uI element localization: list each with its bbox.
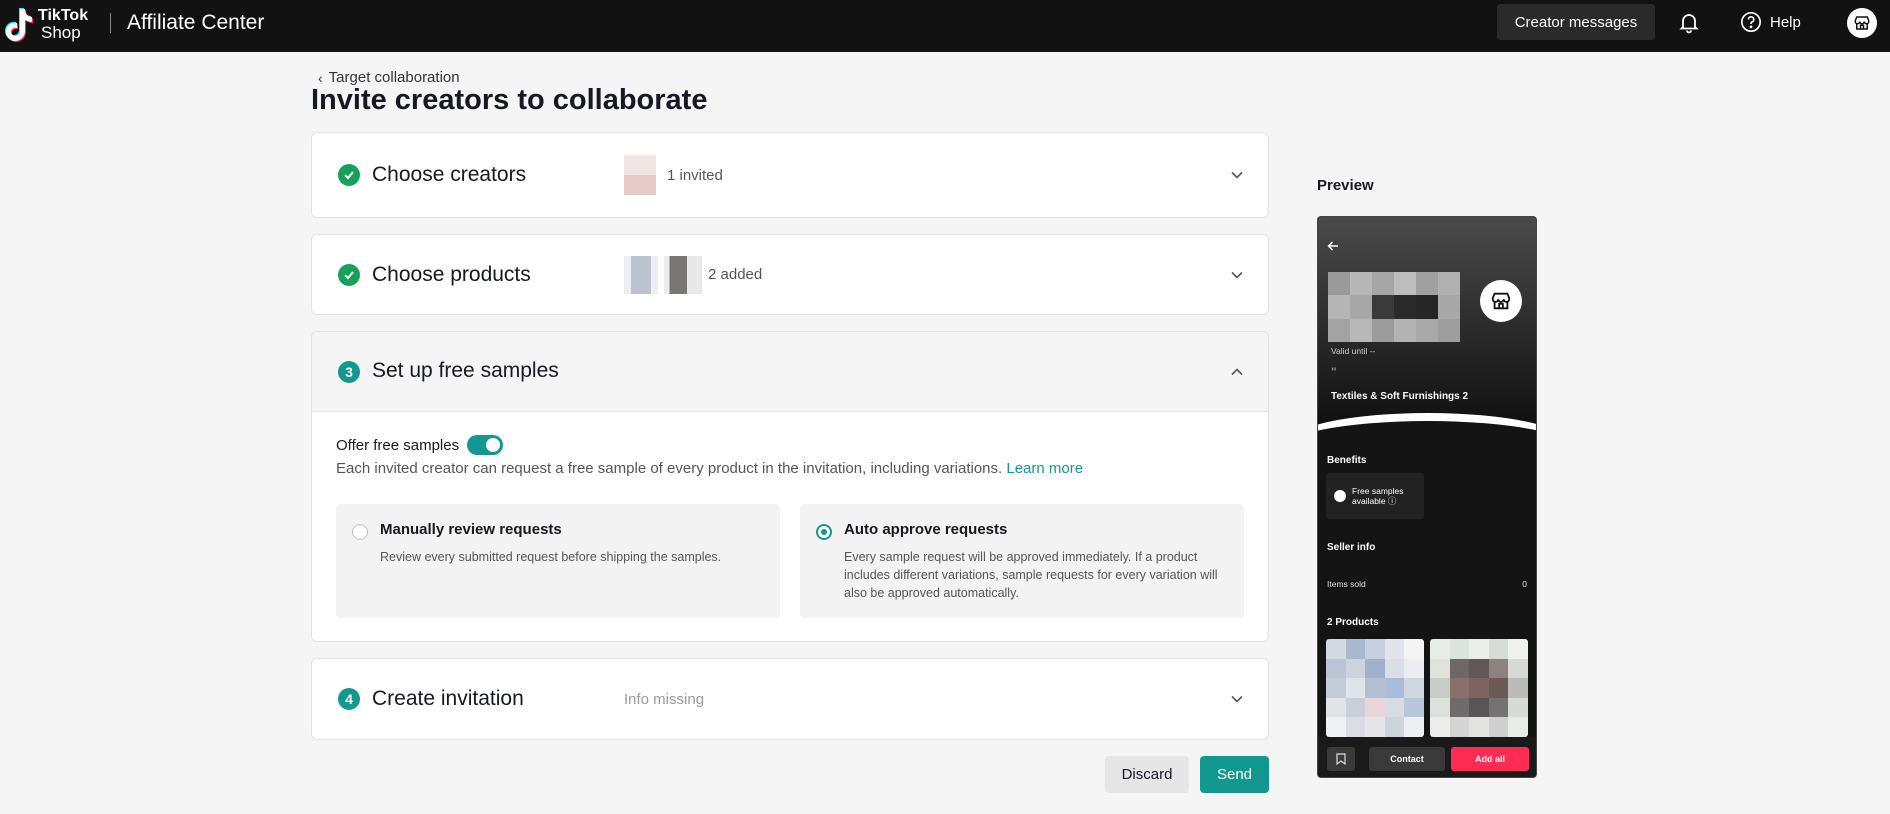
- category-name: Textiles & Soft Furnishings 2: [1331, 391, 1469, 402]
- offer-free-samples-label: Offer free samples: [336, 436, 460, 454]
- benefits-heading: Benefits: [1327, 455, 1367, 466]
- valid-until-text: Valid until --: [1331, 346, 1376, 356]
- quote-mark: ": [1331, 365, 1337, 379]
- check-circle-icon: [338, 164, 360, 186]
- chevron-down-icon[interactable]: [1230, 168, 1244, 182]
- logo-line1: TikTok: [38, 6, 89, 24]
- step-header: Choose creators 1 invited: [312, 133, 1268, 217]
- bell-icon[interactable]: [1677, 10, 1701, 34]
- contact-button[interactable]: Contact: [1369, 747, 1445, 771]
- chevron-down-icon[interactable]: [1230, 268, 1244, 282]
- step-status: Info missing: [624, 690, 705, 708]
- auto-approve-radio[interactable]: [816, 524, 832, 540]
- tiktok-note-icon: [4, 6, 34, 42]
- product-thumbnail: [624, 255, 658, 294]
- step-summary: 1 invited: [624, 155, 723, 195]
- offer-description-text: Each invited creator can request a free …: [336, 460, 1003, 477]
- logo-text: TikTok Shop: [38, 6, 89, 42]
- help-icon: [1741, 12, 1761, 32]
- product-image: [1430, 639, 1528, 737]
- step-header[interactable]: 3 Set up free samples: [312, 332, 1268, 412]
- free-samples-text: Free samples available ⓘ: [1352, 486, 1404, 506]
- items-sold-row: Items sold 0: [1327, 579, 1527, 589]
- step-header: 4 Create invitation Info missing: [312, 659, 1268, 739]
- option-description: Every sample request will be approved im…: [844, 550, 1218, 600]
- creator-thumbnail: [624, 155, 656, 195]
- option-description: Review every submitted request before sh…: [380, 550, 722, 564]
- step-header: Choose products 2 added: [312, 235, 1268, 314]
- app-title: Affiliate Center: [127, 11, 265, 34]
- step-title: Choose creators: [372, 163, 527, 186]
- seller-banner-image: [1328, 272, 1460, 342]
- step-number-badge: 4: [338, 688, 360, 710]
- add-all-button[interactable]: Add all: [1451, 747, 1529, 771]
- send-button[interactable]: Send: [1200, 756, 1269, 793]
- step-choose-products[interactable]: Choose products 2 added: [311, 234, 1269, 315]
- help-button[interactable]: Help: [1740, 10, 1801, 34]
- product-image: [1326, 639, 1424, 737]
- bookmark-icon[interactable]: [1327, 747, 1355, 771]
- hero-curve-mask: [1318, 421, 1536, 481]
- preview-label: Preview: [1317, 177, 1374, 194]
- products-heading: 2 Products: [1327, 617, 1379, 628]
- step-choose-creators[interactable]: Choose creators 1 invited: [311, 132, 1269, 218]
- step-title: Choose products: [372, 262, 531, 286]
- step-summary: 2 added: [624, 255, 763, 294]
- check-circle-icon: [338, 263, 360, 286]
- step-title: Set up free samples: [372, 359, 559, 382]
- seller-info-heading: Seller info: [1327, 542, 1376, 553]
- auto-approve-option[interactable]: Auto approve requests Every sample reque…: [800, 504, 1244, 618]
- creator-messages-button[interactable]: Creator messages: [1497, 4, 1655, 40]
- account-avatar[interactable]: [1847, 8, 1877, 38]
- step-free-samples: 3 Set up free samples Offer free samples…: [311, 331, 1269, 642]
- preview-action-bar: Contact Add all: [1318, 737, 1536, 777]
- store-icon: [1480, 280, 1522, 322]
- offer-description: Each invited creator can request a free …: [336, 460, 1083, 477]
- sample-icon: [1334, 490, 1346, 502]
- creators-count: 1 invited: [667, 166, 723, 184]
- offer-free-samples-toggle[interactable]: [467, 435, 504, 455]
- step-number-badge: 3: [338, 361, 360, 383]
- step-create-invitation[interactable]: 4 Create invitation Info missing: [311, 658, 1269, 740]
- manual-review-radio[interactable]: [352, 524, 368, 540]
- product-thumbnail: [664, 255, 702, 294]
- header-divider: [110, 13, 111, 33]
- tiktok-shop-logo[interactable]: TikTok Shop: [4, 4, 96, 44]
- chevron-down-icon[interactable]: [1230, 692, 1244, 706]
- logo-line2: Shop: [41, 22, 81, 42]
- back-arrow-icon: [1327, 241, 1338, 251]
- discard-button[interactable]: Discard: [1105, 756, 1189, 793]
- page-title: Invite creators to collaborate: [311, 84, 708, 116]
- products-count: 2 added: [708, 266, 763, 283]
- invitation-preview: Valid until -- " Textiles & Soft Furnish…: [1317, 216, 1537, 778]
- chevron-up-icon[interactable]: [1230, 365, 1244, 379]
- learn-more-link[interactable]: Learn more: [1006, 460, 1083, 477]
- option-title: Auto approve requests: [844, 521, 1008, 538]
- manual-review-option[interactable]: Manually review requests Review every su…: [336, 504, 780, 618]
- help-label: Help: [1770, 13, 1801, 31]
- store-icon: [1854, 16, 1870, 30]
- offer-free-samples-row: Offer free samples: [336, 435, 504, 455]
- items-sold-label: Items sold: [1327, 579, 1366, 589]
- step-title: Create invitation: [372, 687, 524, 710]
- free-samples-chip: Free samples available ⓘ: [1326, 473, 1424, 519]
- items-sold-value: 0: [1522, 579, 1527, 589]
- option-title: Manually review requests: [380, 521, 562, 538]
- top-bar: TikTok Shop Affiliate Center Creator mes…: [0, 0, 1890, 52]
